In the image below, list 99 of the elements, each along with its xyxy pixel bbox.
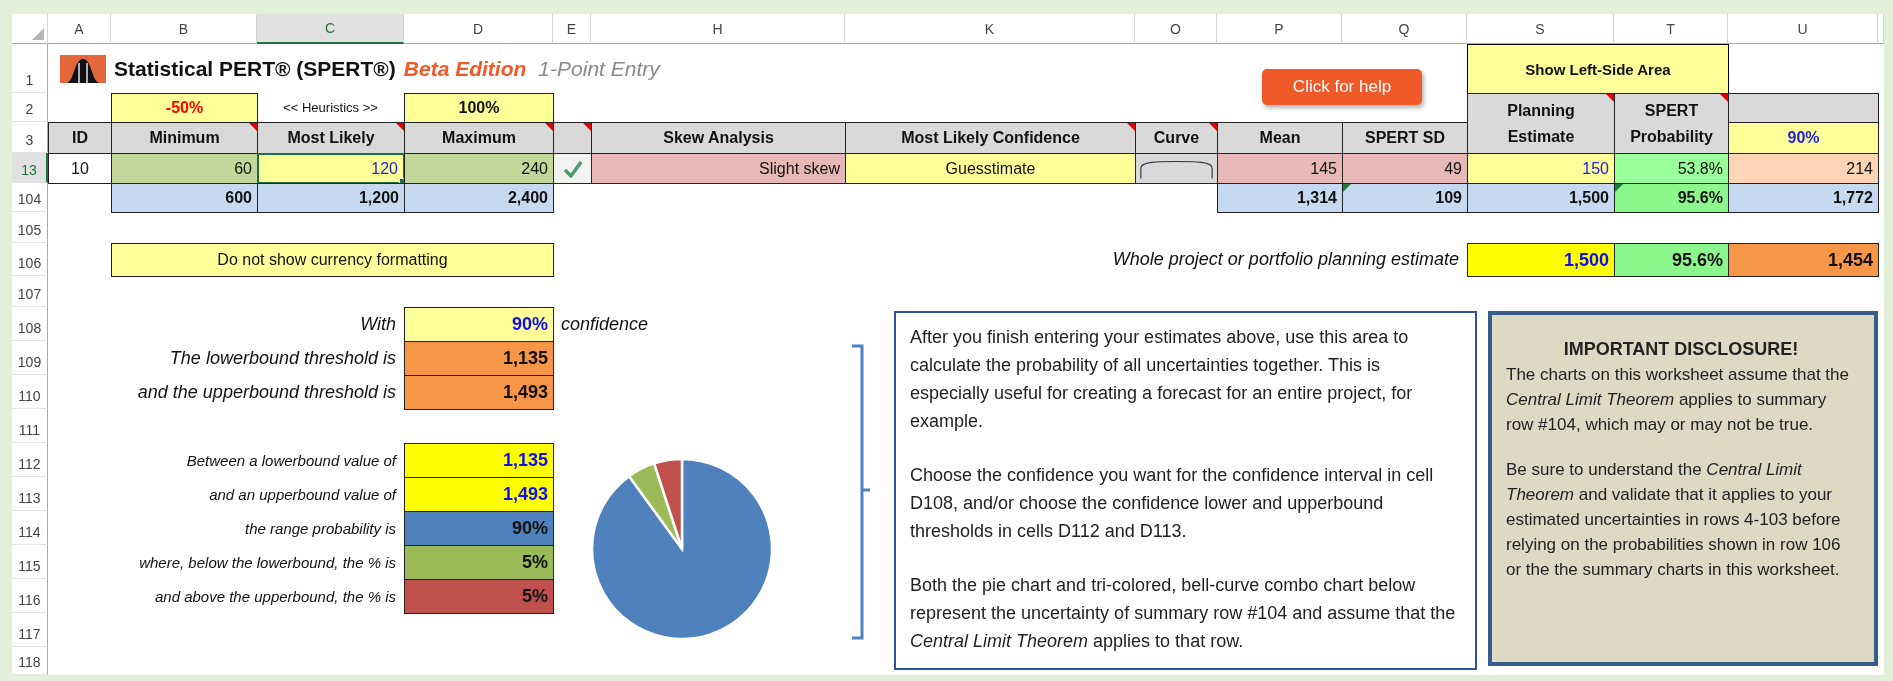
confidence-input[interactable]: 90% [404,307,554,342]
logo-icon [60,54,106,83]
heuristics-label: << Heuristics >> [282,99,379,117]
row-header[interactable]: 111 [12,409,48,443]
row-header[interactable]: 106 [12,243,48,276]
row-header[interactable]: 109 [12,341,48,375]
range-input[interactable]: 1,493 [404,477,554,512]
disclosure-paragraph: Be sure to understand the Central Limit Theorem and validate that it applies to your estimated uncertainties in rows 4-103 before relying on the probabilities shown in row 106 or the the summary charts in this worksheet. [1506,459,1842,581]
table-cell[interactable]: 53.8% [1614,153,1729,184]
column-heading: Planning Estimate [1467,93,1615,154]
threshold-label: The lowerbound threshold is [168,346,397,370]
table-cell: 1,200 [257,183,405,213]
row-header[interactable]: 104 [12,183,48,212]
column-heading: Curve [1135,122,1218,154]
range-label: the range probability is [244,518,397,539]
table-cell: 1,314 [1217,183,1343,213]
table-cell[interactable]: 145 [1217,153,1343,184]
column-heading: Most Likely Confidence [845,122,1136,154]
instruction-paragraph: Both the pie chart and tri-colored, bell-curve combo chart below represent the uncertainty of summary row #104 and assume that the Central Limit Theorem applies to that row. [910,574,1457,653]
range-label: Between a lowerbound value of [185,450,398,471]
column-header[interactable]: T [1614,14,1728,44]
column-header[interactable]: D [404,14,553,44]
heuristic-low-cell[interactable]: -50% [111,93,258,123]
row-header[interactable]: 114 [12,511,48,545]
column-header[interactable]: B [111,14,257,44]
column-heading: SPERT Probability [1614,93,1729,154]
column-header[interactable]: A [48,14,111,44]
threshold-value: 1,493 [404,375,554,410]
row-header[interactable]: 13 [12,153,48,183]
column-header[interactable]: S [1467,14,1614,44]
column-heading: Most Likely [257,122,405,154]
column-heading: 90% [1728,122,1879,154]
row-header[interactable]: 116 [12,579,48,613]
checkmark-icon [562,159,583,178]
row-header[interactable]: 1 [12,44,48,93]
range-value: 5% [404,579,554,614]
column-header[interactable]: P [1217,14,1342,44]
instruction-paragraph: After you finish entering your estimates above, use this area to calculate the probability of all uncertainties together. This is especially useful for creating a forecast for an entire project, for example. [910,326,1414,433]
row-header[interactable]: 105 [12,212,48,243]
column-header[interactable]: H [591,14,845,44]
table-cell: 600 [111,183,258,213]
range-value: 5% [404,545,554,580]
column-heading: Maximum [404,122,554,154]
range-input[interactable]: 1,135 [404,443,554,478]
row-header[interactable]: 115 [12,545,48,579]
threshold-value: 1,135 [404,341,554,376]
whole-project-label: Whole project or portfolio planning estimate [1111,248,1460,271]
column-header[interactable]: K [845,14,1135,44]
column-heading: Minimum [111,122,258,154]
column-header[interactable]: Q [1342,14,1467,44]
column-heading: SPERT SD [1342,122,1468,154]
table-cell: 109 [1342,183,1468,213]
column-heading: ID [48,122,112,154]
currency-toggle-button[interactable]: Do not show currency formatting [111,243,554,277]
row-header[interactable]: 117 [12,613,48,647]
table-cell[interactable]: 214 [1728,153,1879,184]
range-label: and an upperbound value of [208,484,398,505]
instruction-paragraph: Choose the confidence you want for the confidence interval in cell D108, and/or choose the confidence lower and upperbound thresholds in cells D112 and D113. [910,464,1435,543]
column-heading: Mean [1217,122,1343,154]
show-left-side-button[interactable]: Show Left-Side Area [1467,44,1729,94]
row-header[interactable]: 107 [12,276,48,307]
row-header[interactable]: 2 [12,93,48,122]
column-heading: Skew Analysis [591,122,846,154]
column-header[interactable]: E [553,14,591,44]
row-header[interactable]: 108 [12,307,48,341]
table-cell[interactable]: 150 [1467,153,1615,184]
range-value: 90% [404,511,554,546]
confidence-label: With [359,312,397,336]
table-cell[interactable]: Slight skew [591,153,846,184]
row-header[interactable]: 118 [12,647,48,675]
threshold-label: and the upperbound threshold is [136,380,397,404]
range-label: and above the upperbound, the % is [153,586,397,607]
table-cell[interactable]: 60 [111,153,258,184]
entry-mode-label: 1-Point Entry [538,56,660,81]
edition-label: Beta Edition [403,56,527,81]
heuristic-high-cell[interactable]: 100% [404,93,554,123]
table-cell: 2,400 [404,183,554,213]
table-cell: 1,454 [1728,243,1879,277]
disclosure-title: IMPORTANT DISCLOSURE! [1562,338,1800,361]
table-cell: 95.6% [1614,183,1729,213]
row-header[interactable]: 112 [12,443,48,477]
table-cell[interactable]: 240 [404,153,554,184]
disclosure-paragraph: The charts on this worksheet assume that the Central Limit Theorem applies to summary row #104, which may or may not be true. [1506,364,1850,436]
table-cell[interactable]: 120 [257,153,405,184]
table-cell[interactable]: 49 [1342,153,1468,184]
corner-triangle-icon [32,28,44,40]
table-cell: 1,500 [1467,183,1615,213]
table-cell: 95.6% [1614,243,1729,277]
confidence-suffix: confidence [560,312,650,336]
row-header[interactable]: 110 [12,375,48,409]
column-header[interactable]: C [257,14,404,44]
table-cell[interactable]: Guesstimate [845,153,1136,184]
sheet-title: Statistical PERT® (SPERT®) [114,56,396,81]
column-header[interactable]: O [1135,14,1217,44]
table-cell: 1,500 [1467,243,1615,277]
row-header[interactable]: 113 [12,477,48,511]
column-header[interactable]: U [1728,14,1878,44]
range-label: where, below the lowerbound, the % is [138,552,397,573]
table-cell: 1,772 [1728,183,1879,213]
